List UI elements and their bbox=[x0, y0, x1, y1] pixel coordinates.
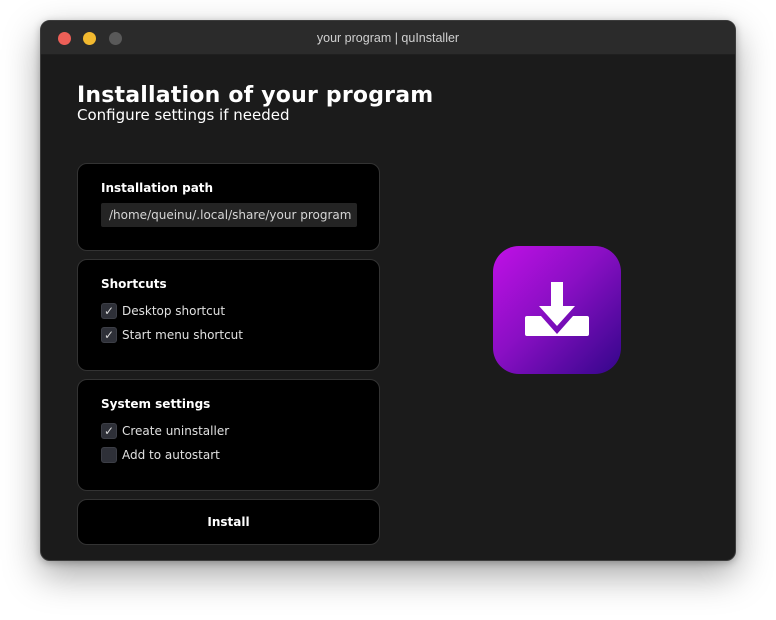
desktop-shortcut-option[interactable]: ✓ Desktop shortcut bbox=[101, 303, 225, 319]
add-to-autostart-label: Add to autostart bbox=[122, 448, 220, 462]
add-to-autostart-option[interactable]: Add to autostart bbox=[101, 447, 220, 463]
app-icon bbox=[493, 246, 621, 374]
create-uninstaller-checkbox[interactable]: ✓ bbox=[101, 423, 117, 439]
start-menu-shortcut-label: Start menu shortcut bbox=[122, 328, 243, 342]
shortcuts-label: Shortcuts bbox=[101, 277, 167, 291]
checkmark-icon: ✓ bbox=[103, 328, 115, 342]
installation-path-card: Installation path /home/queinu/.local/sh… bbox=[77, 163, 380, 251]
create-uninstaller-option[interactable]: ✓ Create uninstaller bbox=[101, 423, 229, 439]
installer-window: your program | quInstaller Installation … bbox=[40, 20, 736, 561]
main-content: Installation of your program Configure s… bbox=[44, 55, 732, 557]
desktop-shortcut-checkbox[interactable]: ✓ bbox=[101, 303, 117, 319]
window-title: your program | quInstaller bbox=[316, 31, 460, 45]
installation-path-label: Installation path bbox=[101, 181, 214, 195]
start-menu-shortcut-checkbox[interactable]: ✓ bbox=[101, 327, 117, 343]
shortcuts-card: Shortcuts ✓ Desktop shortcut ✓ Start men… bbox=[77, 259, 380, 371]
download-icon bbox=[525, 282, 589, 336]
page-title: Installation of your program bbox=[77, 83, 434, 108]
installation-path-input[interactable]: /home/queinu/.local/share/your program bbox=[101, 203, 357, 227]
page-subtitle: Configure settings if needed bbox=[77, 106, 290, 124]
title-bar[interactable]: your program | quInstaller bbox=[41, 21, 735, 55]
start-menu-shortcut-option[interactable]: ✓ Start menu shortcut bbox=[101, 327, 243, 343]
system-settings-card: System settings ✓ Create uninstaller Add… bbox=[77, 379, 380, 491]
create-uninstaller-label: Create uninstaller bbox=[122, 424, 230, 438]
desktop-shortcut-label: Desktop shortcut bbox=[122, 304, 226, 318]
install-button[interactable]: Install bbox=[77, 499, 380, 545]
checkmark-icon: ✓ bbox=[103, 424, 115, 438]
system-settings-label: System settings bbox=[101, 397, 211, 411]
checkmark-icon: ✓ bbox=[103, 304, 115, 318]
add-to-autostart-checkbox[interactable] bbox=[101, 447, 117, 463]
